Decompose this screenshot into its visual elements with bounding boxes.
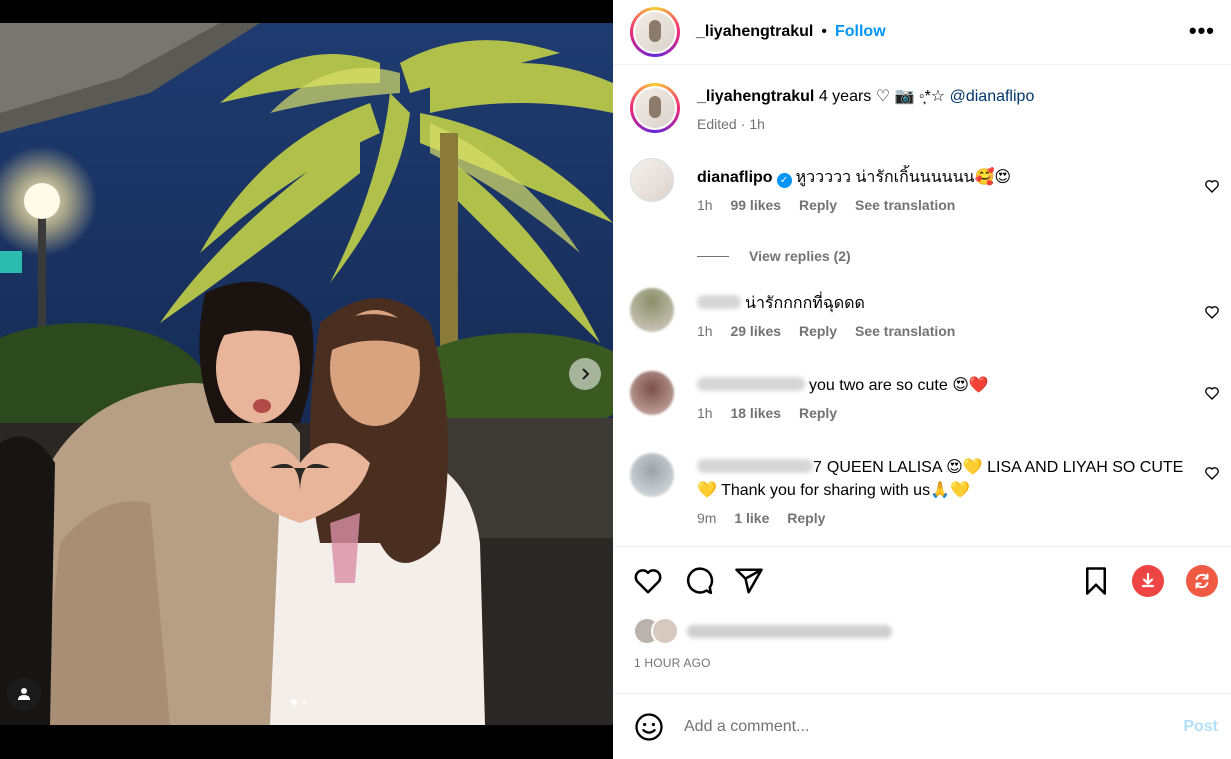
heart-icon[interactable] xyxy=(633,566,663,596)
chevron-right-icon xyxy=(582,368,590,380)
post-header: _liyahengtrakul • Follow ••• xyxy=(613,0,1231,65)
posted-time: 1 HOUR AGO xyxy=(634,656,711,670)
caption-mention[interactable]: @dianaflipo xyxy=(950,88,1035,105)
more-options-icon[interactable]: ••• xyxy=(1189,18,1215,44)
see-translation-button[interactable]: See translation xyxy=(855,197,955,213)
comment-meta: 1h 29 likes Reply See translation xyxy=(697,323,1192,339)
comment-likes[interactable]: 18 likes xyxy=(730,405,781,421)
verified-badge-icon: ✓ xyxy=(776,173,792,188)
comment-text: หูววววว น่ารักเกิ้นนนนนน🥰😍 xyxy=(795,169,1012,186)
caption-meta: Edited · 1h xyxy=(697,116,1192,132)
comment-icon[interactable] xyxy=(684,566,714,596)
comment-time: 1h xyxy=(697,323,713,339)
comment-meta: 1h 99 likes Reply See translation xyxy=(697,197,1192,213)
view-replies-label: View replies (2) xyxy=(749,248,851,264)
heart-icon[interactable] xyxy=(1204,178,1220,194)
next-media-button[interactable] xyxy=(569,358,601,390)
caption-text: 4 years ♡ 📷 ◦͙*☆ xyxy=(818,88,946,105)
liked-by-text-blurred xyxy=(687,624,892,638)
heart-icon[interactable] xyxy=(1204,304,1220,320)
comment-likes[interactable]: 99 likes xyxy=(730,197,781,213)
blurred-username xyxy=(697,295,741,309)
download-button[interactable] xyxy=(1132,565,1164,597)
comment-body: น่ารักกกกที่ฉุดดด 1h 29 likes Reply See … xyxy=(697,292,1192,339)
post-photo xyxy=(0,23,613,725)
comment-avatar[interactable] xyxy=(630,158,674,202)
comment-avatar[interactable] xyxy=(630,371,674,415)
comment-time: 1h xyxy=(697,405,713,421)
emoji-icon[interactable] xyxy=(634,712,664,742)
refresh-button[interactable] xyxy=(1186,565,1218,597)
caption-edited: Edited xyxy=(697,116,737,132)
caption-time: 1h xyxy=(749,116,765,132)
download-icon xyxy=(1141,572,1155,588)
caption-avatar[interactable] xyxy=(630,83,680,133)
separator-dot: • xyxy=(821,23,827,40)
action-bar xyxy=(613,546,1231,616)
heart-icon[interactable] xyxy=(1204,465,1220,481)
comment-reply-button[interactable]: Reply xyxy=(799,197,837,213)
post-comment-button[interactable]: Post xyxy=(1183,718,1218,736)
add-comment-row: Add a comment... Post xyxy=(613,693,1231,759)
author-avatar[interactable] xyxy=(630,7,680,57)
comment-body: dianaflipo ✓ หูววววว น่ารักเกิ้นนนนนน🥰😍 1h… xyxy=(697,166,1192,213)
post-media xyxy=(0,0,613,759)
comment-meta: 1h 18 likes Reply xyxy=(697,405,1192,421)
comments-list: _liyahengtrakul 4 years ♡ 📷 ◦͙*☆ @dianaf… xyxy=(613,66,1231,546)
comment-reply-button[interactable]: Reply xyxy=(799,405,837,421)
comment-text: you two are so cute 😍❤️ xyxy=(809,377,989,394)
share-icon[interactable] xyxy=(734,566,764,596)
comment-likes[interactable]: 1 like xyxy=(734,510,769,526)
caption-username[interactable]: _liyahengtrakul xyxy=(697,88,814,105)
post-side-panel: _liyahengtrakul • Follow ••• _liyahengtr… xyxy=(613,0,1231,759)
add-comment-input[interactable]: Add a comment... xyxy=(684,718,1183,736)
comment-likes[interactable]: 29 likes xyxy=(730,323,781,339)
caption-dot: · xyxy=(740,116,746,132)
comment-text: น่ารักกกกที่ฉุดดด xyxy=(745,295,865,312)
caption-body: _liyahengtrakul 4 years ♡ 📷 ◦͙*☆ @dianaf… xyxy=(697,85,1192,132)
follow-button[interactable]: Follow xyxy=(835,23,886,41)
carousel-dot-active xyxy=(291,699,297,705)
comment-avatar[interactable] xyxy=(630,288,674,332)
liker-avatar xyxy=(651,617,679,645)
heart-icon[interactable] xyxy=(1204,385,1220,401)
author-username[interactable]: _liyahengtrakul xyxy=(696,23,813,41)
comment-username-tail: 7 xyxy=(813,459,822,476)
comment-time: 9m xyxy=(697,510,717,526)
blurred-username xyxy=(697,377,805,391)
see-translation-button[interactable]: See translation xyxy=(855,323,955,339)
user-tag-icon xyxy=(18,688,30,700)
bookmark-icon[interactable] xyxy=(1081,566,1111,596)
comment-time: 1h xyxy=(697,197,713,213)
carousel-dots xyxy=(291,699,307,705)
comment-meta: 9m 1 like Reply xyxy=(697,510,1192,526)
view-replies-button[interactable]: View replies (2) xyxy=(697,248,851,264)
comment-reply-button[interactable]: Reply xyxy=(787,510,825,526)
carousel-dot xyxy=(301,699,307,705)
user-tag-button[interactable] xyxy=(7,677,41,711)
comment-body: you two are so cute 😍❤️ 1h 18 likes Repl… xyxy=(697,374,1192,421)
comment-username[interactable]: dianaflipo xyxy=(697,169,773,186)
comment-avatar[interactable] xyxy=(630,453,674,497)
comment-body: 7 QUEEN LALISA 😍💛 LISA AND LIYAH SO CUTE … xyxy=(697,456,1192,526)
liked-by-row[interactable] xyxy=(633,616,892,646)
refresh-icon xyxy=(1195,573,1209,589)
blurred-username xyxy=(697,459,813,473)
comment-reply-button[interactable]: Reply xyxy=(799,323,837,339)
